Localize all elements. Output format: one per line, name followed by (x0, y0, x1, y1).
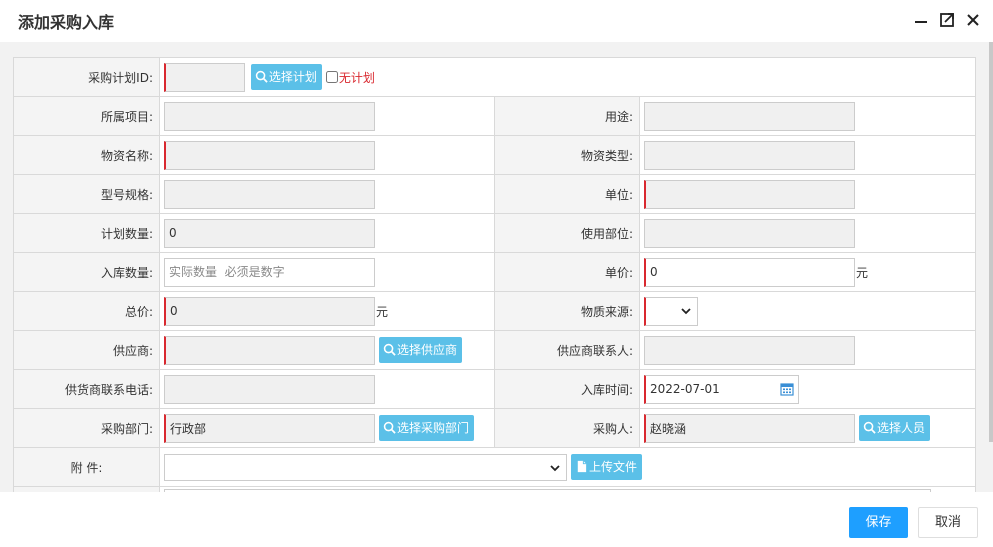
select-person-button[interactable]: 选择人员 (859, 415, 931, 441)
stock-in-qty-input[interactable] (164, 257, 375, 287)
stock-in-time-input[interactable]: 2022-07-01 (644, 374, 799, 404)
total-price-unit: 元 (376, 304, 389, 319)
vertical-scrollbar[interactable] (989, 42, 993, 442)
stock-in-time-value: 2022-07-01 (650, 381, 720, 396)
dialog-titlebar: 添加采购入库 (0, 0, 993, 42)
maximize-icon[interactable] (937, 10, 957, 30)
form-row: 总价: 元 物质来源: (13, 291, 976, 331)
project-label: 所属项目: (13, 96, 160, 136)
dialog-body[interactable]: 采购计划ID: 选择计划 无计划 所属项目: 用途: 物资名称: 物资类型: 型… (0, 42, 993, 492)
search-icon (255, 70, 268, 83)
supplier-contact-input[interactable] (644, 335, 855, 365)
unit-price-label: 单价: (494, 252, 640, 292)
select-purchase-dept-button[interactable]: 选择采购部门 (379, 415, 475, 441)
stock-in-qty-label: 入库数量: (13, 252, 160, 292)
close-icon[interactable] (963, 10, 983, 30)
purchase-dept-input[interactable] (164, 413, 375, 443)
supplier-label: 供应商: (13, 330, 160, 370)
material-source-select[interactable] (644, 296, 698, 326)
form-row: 物资名称: 物资类型: (13, 135, 976, 175)
no-plan-label: 无计划 (338, 70, 375, 85)
minimize-icon[interactable] (911, 10, 931, 30)
material-type-label: 物资类型: (494, 135, 640, 175)
cancel-button[interactable]: 取消 (918, 507, 978, 538)
form-row: 入库数量: 单价: 元 (13, 252, 976, 292)
form-row: 采购部门: 选择采购部门 采购人: 选择人员 (13, 408, 976, 448)
save-button[interactable]: 保存 (849, 507, 908, 538)
unit-label: 单位: (494, 174, 640, 214)
file-icon (577, 460, 587, 473)
material-type-input[interactable] (644, 140, 855, 170)
plan-id-label: 采购计划ID: (13, 57, 160, 97)
select-plan-button[interactable]: 选择计划 (250, 64, 322, 90)
select-purchase-dept-label: 选择采购部门 (397, 421, 470, 435)
chevron-down-icon (681, 307, 691, 314)
select-plan-label: 选择计划 (268, 70, 317, 84)
form-row: 附 件: 上传文件 (13, 447, 976, 487)
purchaser-label: 采购人: (494, 408, 640, 448)
upload-file-button[interactable]: 上传文件 (571, 454, 643, 480)
attachment-label: 附 件: (13, 447, 160, 487)
upload-file-label: 上传文件 (589, 460, 638, 474)
total-price-label: 总价: (13, 291, 160, 331)
total-price-input[interactable] (164, 296, 375, 326)
attachment-select[interactable] (164, 453, 567, 481)
form-row: 计划数量: 使用部位: (13, 213, 976, 253)
no-plan-checkbox[interactable] (325, 71, 338, 83)
form-row: 供应商: 选择供应商 供应商联系人: (13, 330, 976, 370)
form-row: 所属项目: 用途: (13, 96, 976, 136)
add-purchase-stock-in-dialog: 添加采购入库 采购计划ID: 选择计划 无计划 所属项目: 用途: 物资名称: … (0, 0, 993, 547)
stock-in-time-label: 入库时间: (494, 369, 640, 409)
search-icon (383, 343, 396, 356)
form-row: 采购计划ID: 选择计划 无计划 (13, 57, 976, 97)
dialog-footer: 保存 取消 (0, 492, 993, 547)
unit-input[interactable] (644, 179, 855, 209)
select-supplier-button[interactable]: 选择供应商 (379, 337, 463, 363)
model-spec-input[interactable] (164, 179, 375, 209)
purpose-input[interactable] (644, 101, 855, 131)
planned-qty-input[interactable] (164, 218, 375, 248)
unit-price-unit: 元 (856, 265, 869, 280)
purpose-label: 用途: (494, 96, 640, 136)
dialog-title: 添加采购入库 (18, 13, 115, 32)
supplier-phone-label: 供货商联系电话: (13, 369, 160, 409)
supplier-phone-input[interactable] (164, 374, 375, 404)
purchase-dept-label: 采购部门: (13, 408, 160, 448)
planned-qty-label: 计划数量: (13, 213, 160, 253)
form-row: 型号规格: 单位: (13, 174, 976, 214)
unit-price-input[interactable] (644, 257, 855, 287)
supplier-contact-label: 供应商联系人: (494, 330, 640, 370)
material-name-input[interactable] (164, 140, 375, 170)
using-dept-input[interactable] (644, 218, 855, 248)
select-supplier-label: 选择供应商 (397, 343, 458, 357)
purchaser-input[interactable] (644, 413, 855, 443)
search-icon (383, 421, 396, 434)
select-person-label: 选择人员 (877, 421, 926, 435)
model-spec-label: 型号规格: (13, 174, 160, 214)
using-dept-label: 使用部位: (494, 213, 640, 253)
project-input[interactable] (164, 101, 375, 131)
calendar-icon[interactable] (780, 382, 794, 396)
purchase-form-table: 采购计划ID: 选择计划 无计划 所属项目: 用途: 物资名称: 物资类型: 型… (13, 57, 976, 492)
material-name-label: 物资名称: (13, 135, 160, 175)
plan-id-input[interactable] (164, 62, 245, 92)
chevron-down-icon (550, 464, 560, 471)
form-row: 供货商联系电话: 入库时间: 2022-07-01 (13, 369, 976, 409)
supplier-input[interactable] (164, 335, 375, 365)
search-icon (863, 421, 876, 434)
material-source-label: 物质来源: (494, 291, 640, 331)
